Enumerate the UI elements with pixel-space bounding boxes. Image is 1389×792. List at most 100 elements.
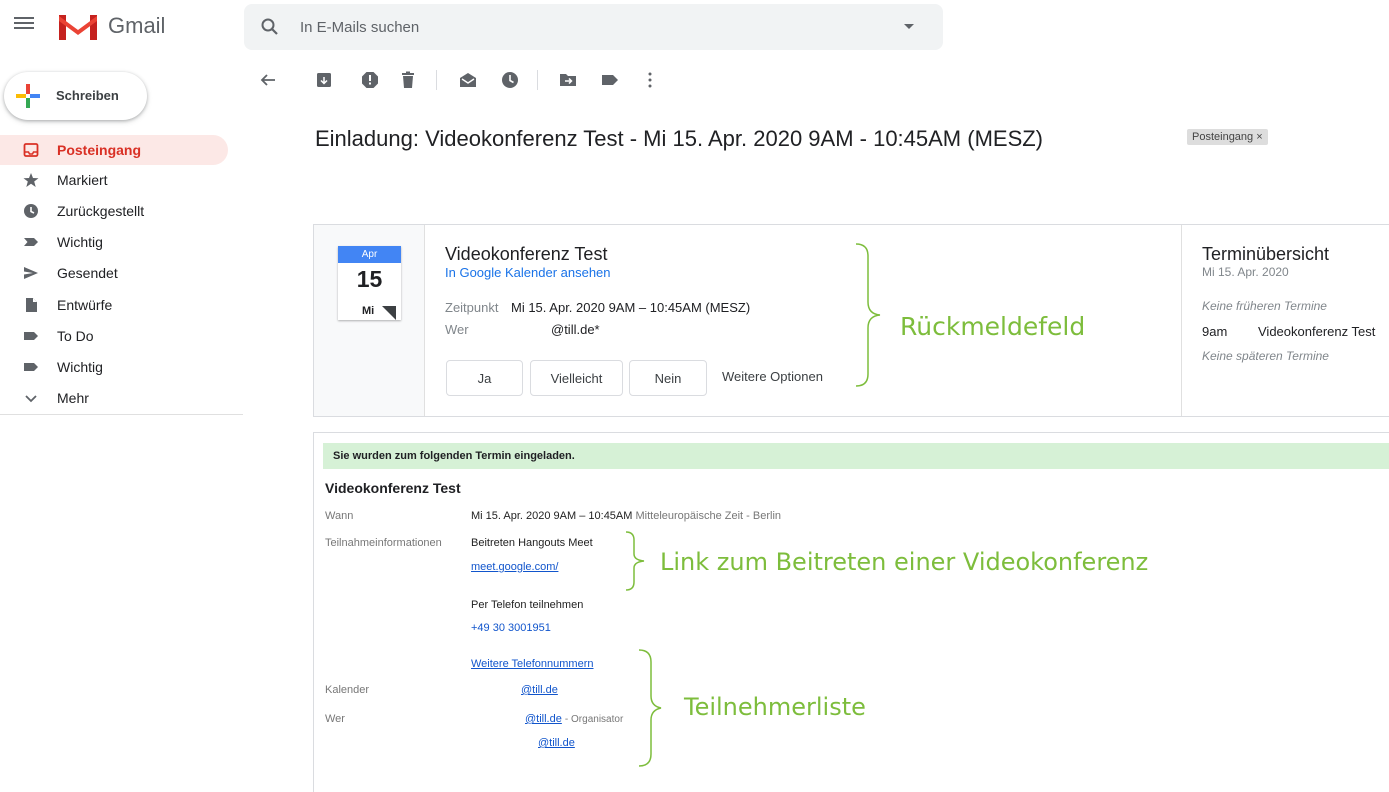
view-in-calendar-link[interactable]: In Google Kalender ansehen — [445, 265, 611, 280]
agenda-no-earlier: Keine früheren Termine — [1202, 299, 1327, 313]
main-menu-button[interactable] — [14, 14, 34, 34]
sidebar-item-label: Gesendet — [57, 265, 118, 281]
agenda-date: Mi 15. Apr. 2020 — [1202, 265, 1289, 279]
compose-label: Schreiben — [56, 88, 119, 103]
sidebar-item-label: Posteingang — [57, 142, 142, 158]
report-spam-icon[interactable] — [360, 70, 380, 90]
rsvp-maybe-button[interactable]: Vielleicht — [530, 360, 623, 396]
search-options-icon[interactable] — [904, 24, 914, 29]
body-phone-number[interactable]: +49 30 3001951 — [471, 622, 551, 634]
back-arrow-icon[interactable] — [258, 70, 278, 90]
delete-icon[interactable] — [398, 70, 418, 90]
body-join-label: Teilnahmeinformationen — [325, 537, 442, 549]
mark-unread-icon[interactable] — [458, 70, 478, 90]
sidebar-divider — [0, 414, 243, 415]
label-chip-inbox[interactable]: Posteingang × — [1187, 129, 1268, 145]
organizer-email-link[interactable]: @till.de — [525, 713, 562, 725]
page-curl-icon — [382, 306, 396, 320]
meet-join-link[interactable]: meet.google.com/ — [471, 561, 558, 573]
agenda-no-later: Keine späteren Termine — [1202, 349, 1329, 363]
agenda-title: Terminübersicht — [1202, 244, 1330, 264]
label-icon[interactable] — [600, 70, 620, 90]
sidebar-item-label: Wichtig — [57, 359, 103, 375]
sidebar-item-label: Wichtig — [57, 234, 103, 250]
sidebar-item-label: Mehr — [57, 390, 89, 406]
event-when-value: Mi 15. Apr. 2020 9AM – 10:45AM (MESZ) — [511, 300, 751, 315]
label-icon — [24, 332, 38, 340]
plus-icon — [16, 84, 40, 108]
calendar-day: 15 — [356, 266, 383, 292]
send-icon — [24, 267, 38, 279]
search-input[interactable] — [300, 16, 860, 38]
guest-email-link[interactable]: @till.de — [538, 737, 575, 749]
rsvp-more-options-button[interactable]: Weitere Optionen — [722, 369, 823, 384]
clock-icon — [24, 204, 38, 218]
sidebar-item-label: Markiert — [57, 172, 108, 188]
sidebar-item-sent[interactable]: Gesendet — [0, 258, 228, 288]
annotation-brace — [625, 531, 645, 591]
star-icon — [23, 173, 39, 187]
rsvp-yes-button[interactable]: Ja — [446, 360, 523, 396]
agenda-event-time: 9am — [1202, 324, 1228, 339]
calendar-weekday: Mi — [362, 305, 375, 317]
body-join-title: Beitreten Hangouts Meet — [471, 537, 593, 549]
invitation-banner: Sie wurden zum folgenden Termin eingelad… — [323, 443, 1389, 469]
calendar-month: Apr — [338, 246, 401, 263]
event-who-label: Wer — [445, 322, 469, 337]
gmail-logo[interactable] — [58, 12, 98, 42]
body-calendar-email[interactable]: @till.de — [521, 684, 558, 696]
body-when-label: Wann — [325, 510, 354, 522]
move-to-icon[interactable] — [558, 70, 578, 90]
annotation-brace — [638, 649, 662, 767]
sidebar-item-starred[interactable]: Markiert — [0, 165, 228, 195]
body-when-timezone: Mitteleuropäische Zeit - Berlin — [635, 510, 782, 522]
toolbar-separator — [537, 70, 538, 90]
more-phone-numbers-link[interactable]: Weitere Telefonnummern — [471, 658, 594, 670]
sidebar-item-inbox[interactable]: Posteingang — [0, 135, 228, 165]
agenda-divider — [1181, 225, 1182, 416]
sidebar-item-snoozed[interactable]: Zurückgestellt — [0, 196, 228, 226]
chevron-down-icon — [25, 395, 37, 403]
sidebar-item-label: To Do — [57, 328, 94, 344]
invite-date-panel: Apr 15 Mi — [314, 225, 425, 416]
body-when-time: Mi 15. Apr. 2020 9AM – 10:45AM — [471, 510, 633, 522]
sidebar-item-important-label[interactable]: Wichtig — [0, 352, 228, 382]
body-when-value: Mi 15. Apr. 2020 9AM – 10:45AM Mitteleur… — [471, 510, 781, 522]
body-organizer-row: @till.de - Organisator — [525, 713, 623, 725]
compose-button[interactable]: Schreiben — [4, 72, 147, 120]
app-name: Gmail — [108, 13, 166, 38]
sidebar-item-todo[interactable]: To Do — [0, 321, 228, 351]
search-bar[interactable] — [244, 4, 943, 50]
organizer-note: - Organisator — [564, 714, 624, 725]
email-subject: Einladung: Videokonferenz Test - Mi 15. … — [315, 126, 1044, 151]
sidebar-item-more[interactable]: Mehr — [0, 383, 228, 413]
calendar-invite-card: Apr 15 Mi Videokonferenz Test In Google … — [313, 224, 1389, 417]
inbox-icon — [23, 143, 39, 157]
body-who-label: Wer — [325, 713, 345, 725]
annotation-attendee-list: Teilnehmerliste — [684, 693, 866, 721]
calendar-date-icon: Apr 15 Mi — [338, 246, 401, 320]
sidebar-item-label: Zurückgestellt — [57, 203, 145, 219]
annotation-join-link: Link zum Beitreten einer Videokonferenz — [660, 548, 1149, 576]
agenda-event-title[interactable]: Videokonferenz Test — [1258, 324, 1375, 339]
archive-icon[interactable] — [314, 70, 334, 90]
annotation-response-field: Rückmeldefeld — [900, 312, 1086, 341]
draft-icon — [26, 298, 37, 312]
body-event-title: Videokonferenz Test — [325, 480, 461, 496]
rsvp-no-button[interactable]: Nein — [629, 360, 707, 396]
snooze-icon[interactable] — [500, 70, 520, 90]
event-title: Videokonferenz Test — [445, 244, 608, 264]
search-icon[interactable] — [260, 17, 280, 37]
body-phone-title: Per Telefon teilnehmen — [471, 599, 584, 611]
body-calendar-label: Kalender — [325, 684, 370, 696]
label-icon — [24, 363, 38, 371]
invitation-banner-text: Sie wurden zum folgenden Termin eingelad… — [333, 450, 575, 462]
annotation-brace — [855, 243, 881, 387]
toolbar-separator — [436, 70, 437, 90]
more-vert-icon[interactable] — [640, 70, 660, 90]
email-body: Sie wurden zum folgenden Termin eingelad… — [313, 432, 1389, 792]
sidebar-item-label: Entwürfe — [57, 297, 113, 313]
sidebar-item-drafts[interactable]: Entwürfe — [0, 290, 228, 320]
sidebar-item-important[interactable]: Wichtig — [0, 227, 228, 257]
important-icon — [24, 238, 38, 246]
